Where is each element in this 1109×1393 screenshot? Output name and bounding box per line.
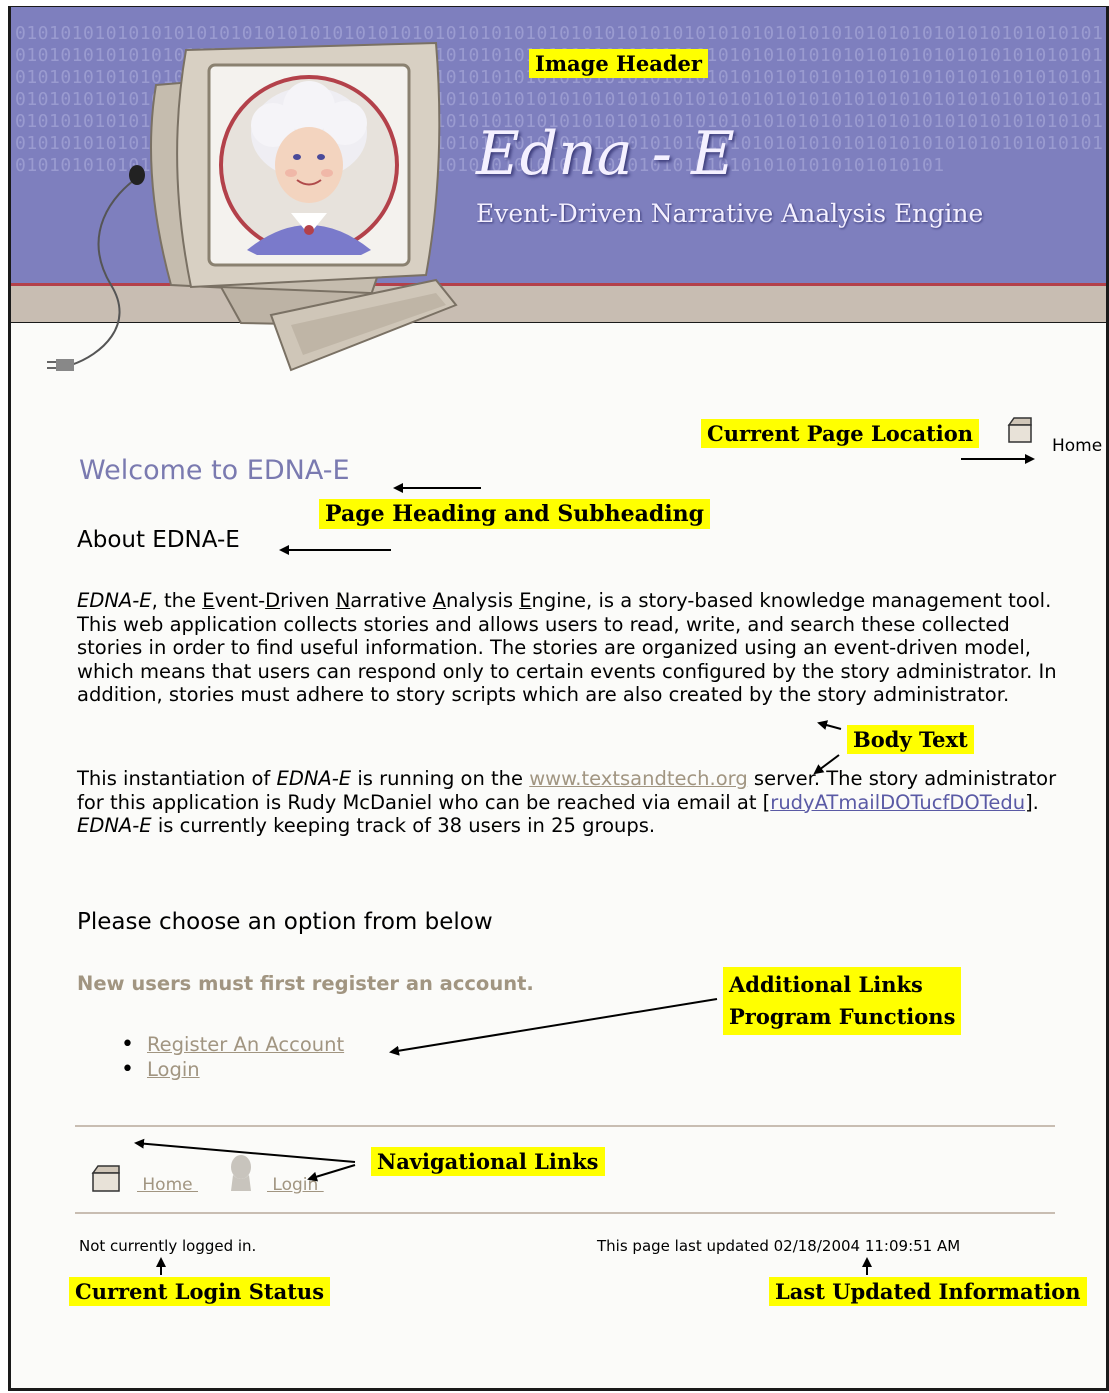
- intro-paragraph: EDNA-E, the Event-Driven Narrative Analy…: [77, 589, 1067, 707]
- login-status: Not currently logged in.: [79, 1237, 257, 1255]
- intro-text: N: [335, 589, 351, 612]
- logo-subtitle: Event-Driven Narrative Analysis Engine: [476, 199, 984, 228]
- sub-heading: About EDNA-E: [77, 527, 240, 553]
- callout-additional-links: Additional Links Program Functions: [723, 967, 962, 1035]
- callout-current-login-status: Current Login Status: [69, 1277, 331, 1306]
- server-text: is running on the: [351, 767, 530, 790]
- current-page-location-home[interactable]: Home: [1052, 436, 1102, 456]
- callout-additional-links-line2: Program Functions: [729, 1004, 956, 1029]
- browser-page: 0101010101010101010101010101010101010101…: [8, 6, 1109, 1391]
- callout-navigational-links: Navigational Links: [371, 1147, 605, 1176]
- logo-title: Edna - E: [476, 119, 735, 189]
- intro-text: nalysis: [446, 589, 520, 612]
- new-users-note: New users must first register an account…: [77, 972, 534, 995]
- last-updated: This page last updated 02/18/2004 11:09:…: [597, 1237, 961, 1255]
- intro-text: E: [519, 589, 532, 612]
- server-text: ].: [1025, 790, 1039, 814]
- options-list: Register An Account Login: [121, 1032, 344, 1082]
- callout-body-text: Body Text: [847, 725, 974, 754]
- server-link[interactable]: www.textsandtech.org: [529, 767, 748, 790]
- email-link[interactable]: rudyATmailDOTucfDOTedu: [770, 791, 1025, 814]
- intro-text: A: [432, 589, 447, 612]
- edna-e-name: EDNA-E: [77, 814, 152, 837]
- register-account-link[interactable]: Register An Account: [147, 1033, 344, 1056]
- list-item: Login: [121, 1057, 344, 1082]
- callout-current-page-location: Current Page Location: [701, 419, 980, 448]
- callout-additional-links-line1: Additional Links: [729, 972, 923, 997]
- home-icon[interactable]: [89, 1163, 123, 1193]
- intro-text: arrative: [350, 589, 433, 612]
- server-text: This instantiation of: [77, 767, 277, 790]
- intro-text: riven: [280, 589, 336, 612]
- login-link[interactable]: Login: [147, 1058, 200, 1081]
- edna-mascot-computer-icon: [47, 41, 458, 372]
- callout-image-header: Image Header: [529, 49, 708, 78]
- nav-home-link[interactable]: Home: [137, 1175, 198, 1195]
- divider: [75, 1212, 1055, 1214]
- server-paragraph: This instantiation of EDNA-E is running …: [77, 767, 1067, 838]
- server-text: is currently keeping track of 38 users i…: [151, 814, 656, 837]
- arrow: [389, 998, 718, 1056]
- choose-option-heading: Please choose an option from below: [77, 909, 493, 935]
- user-silhouette-icon[interactable]: [225, 1153, 257, 1193]
- intro-text: D: [265, 589, 281, 612]
- intro-text: , the: [151, 589, 203, 612]
- list-item: Register An Account: [121, 1032, 344, 1057]
- home-icon[interactable]: [1005, 415, 1035, 445]
- callout-last-updated-information: Last Updated Information: [769, 1277, 1087, 1306]
- arrow: [817, 720, 842, 730]
- intro-text: vent-: [214, 589, 266, 612]
- callout-page-heading-and-subheading: Page Heading and Subheading: [319, 499, 710, 529]
- nav-login-link[interactable]: Login: [267, 1175, 324, 1195]
- page-heading: Welcome to EDNA-E: [79, 455, 350, 486]
- edna-e-name: EDNA-E: [77, 589, 152, 612]
- divider: [75, 1125, 1055, 1127]
- edna-e-name: EDNA-E: [276, 767, 352, 790]
- intro-text: E: [202, 589, 215, 612]
